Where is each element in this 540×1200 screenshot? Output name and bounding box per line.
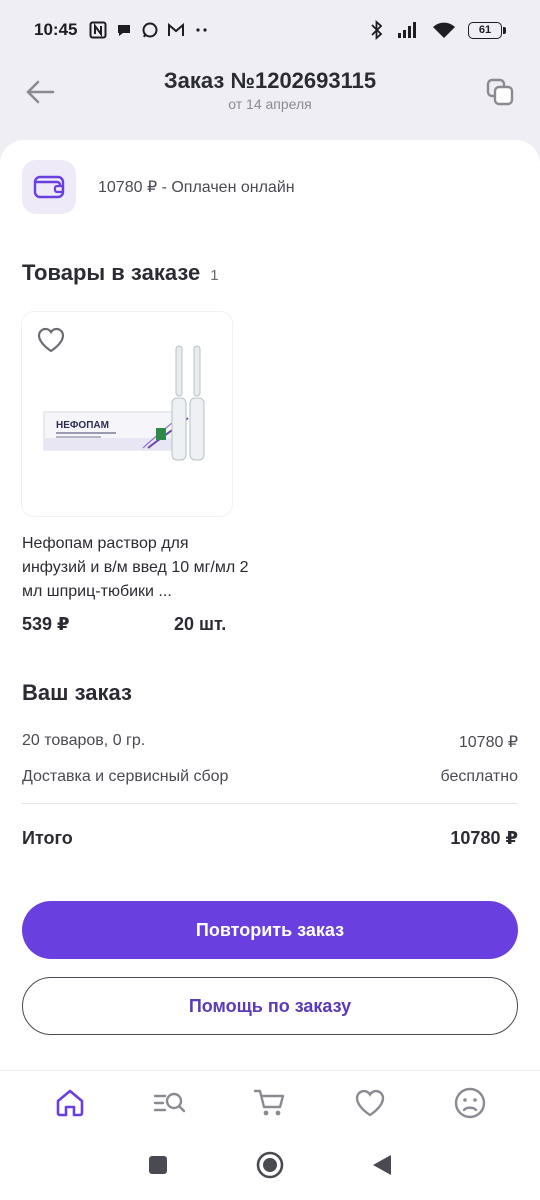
summary-delivery-value: бесплатно — [440, 768, 519, 785]
status-system-icons: 61 — [370, 20, 506, 40]
system-navigation-bar — [0, 1134, 540, 1200]
order-help-button[interactable]: Помощь по заказу — [22, 977, 518, 1035]
payment-row: 10780 ₽ - Оплачен онлайн — [22, 160, 295, 214]
nav-catalog[interactable] — [140, 1073, 200, 1133]
summary-delivery-row: Доставка и сервисный сбор бесплатно — [22, 768, 518, 786]
square-icon — [149, 1155, 167, 1174]
battery-level: 61 — [468, 21, 502, 39]
favorites-icon — [355, 1089, 385, 1116]
summary-divider — [22, 803, 518, 804]
more-notifications-icon — [193, 21, 211, 39]
circle-icon — [256, 1151, 284, 1178]
page-title: Заказ №1202693115 — [163, 68, 377, 93]
ampoule-right-shape — [189, 345, 205, 461]
catalog-search-icon — [153, 1092, 186, 1112]
wifi-icon — [432, 21, 456, 39]
triangle-back-icon — [373, 1154, 391, 1175]
mail-icon — [167, 21, 185, 39]
summary-items-value: 10780 ₽ — [458, 734, 518, 751]
product-price: 539 ₽ — [22, 614, 70, 634]
bottom-nav — [0, 1070, 540, 1134]
copy-icon — [486, 78, 514, 106]
battery-icon: 61 — [468, 21, 506, 39]
payment-status: 10780 ₽ - Оплачен онлайн — [98, 179, 295, 196]
status-notification-icons — [89, 21, 211, 39]
product-quantity: 20 шт. — [174, 614, 227, 634]
summary-total-row: Итого 10780 ₽ — [22, 828, 518, 849]
home-system-button[interactable] — [255, 1150, 285, 1185]
recents-button[interactable] — [147, 1154, 169, 1181]
chat-icon — [115, 21, 133, 39]
signal-icon — [396, 21, 420, 39]
back-system-button[interactable] — [371, 1153, 393, 1182]
ampoule-left-shape — [171, 345, 187, 461]
profile-icon — [454, 1087, 486, 1118]
bluetooth-icon — [370, 20, 384, 40]
summary-items-label: 20 товаров, 0 гр. — [22, 732, 146, 749]
product-name[interactable]: Нефопам раствор для инфузий и в/м введ 1… — [22, 532, 252, 604]
package-label: НЕФОПАМ — [56, 420, 109, 431]
items-count: 1 — [210, 267, 219, 284]
product-image: НЕФОПАМ — [43, 345, 205, 461]
items-title: Товары в заказе — [22, 260, 201, 285]
repeat-order-button[interactable]: Повторить заказ — [22, 901, 518, 959]
header-title-block: Заказ №1202693115 от 14 апреля — [0, 68, 540, 112]
product-card[interactable]: НЕФОПАМ — [22, 312, 232, 516]
nfc-icon — [89, 21, 107, 39]
status-bar: 10:45 61 — [0, 0, 540, 60]
total-label: Итого — [22, 828, 73, 848]
header: Заказ №1202693115 от 14 апреля — [0, 60, 540, 140]
home-icon — [56, 1089, 84, 1116]
order-summary-title: Ваш заказ — [22, 680, 132, 705]
nav-profile[interactable] — [440, 1073, 500, 1133]
total-value: 10780 ₽ — [450, 828, 518, 848]
items-section-title: Товары в заказе 1 — [22, 260, 219, 286]
status-time: 10:45 — [34, 20, 78, 39]
cart-icon — [253, 1089, 285, 1115]
nav-home[interactable] — [40, 1073, 100, 1133]
nav-cart[interactable] — [240, 1073, 300, 1133]
nav-favorites[interactable] — [340, 1073, 400, 1133]
wallet-icon — [22, 160, 76, 214]
summary-items-row: 20 товаров, 0 гр. 10780 ₽ — [22, 732, 518, 752]
order-details-sheet: 10780 ₽ - Оплачен онлайн Товары в заказе… — [0, 140, 540, 1070]
whatsapp-icon — [141, 21, 159, 39]
copy-button[interactable] — [480, 72, 520, 112]
summary-delivery-label: Доставка и сервисный сбор — [22, 768, 229, 785]
order-date: от 14 апреля — [228, 96, 312, 112]
